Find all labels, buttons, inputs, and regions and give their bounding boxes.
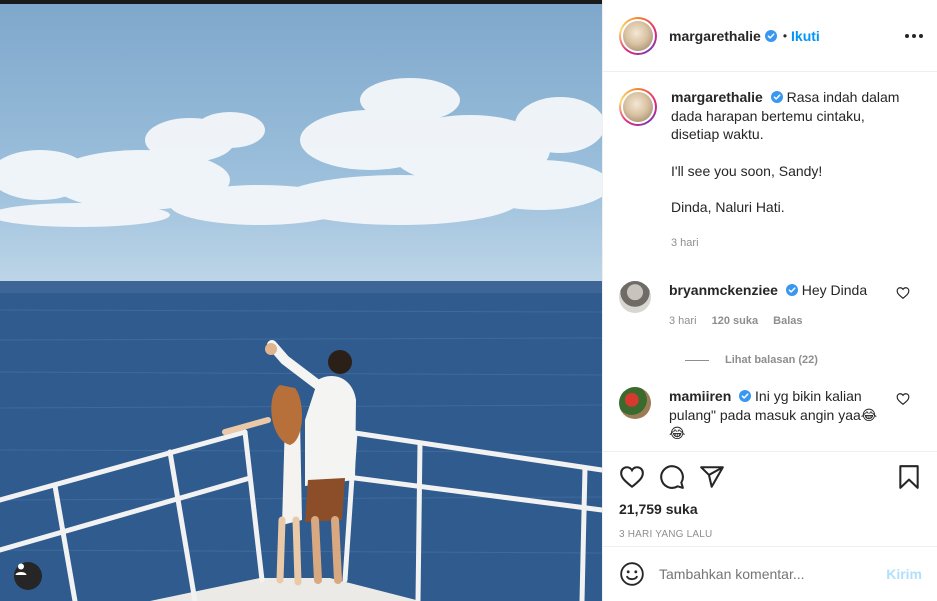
heart-icon[interactable] [619,464,645,490]
comment-heart-icon[interactable] [896,392,910,406]
follow-button[interactable]: Ikuti [791,28,820,44]
user-tag-button[interactable] [14,562,42,590]
caption-username[interactable]: margarethalie [671,89,763,105]
header-separator: • [782,28,788,43]
comment-item: mamiiren Ini yg bikin kalian pulang" pad… [619,387,922,443]
more-options-icon[interactable] [905,26,923,46]
replies-divider [685,359,709,361]
comment-time[interactable]: 3 hari [669,315,697,327]
commenter-username[interactable]: mamiiren [669,388,731,404]
commenter-avatar[interactable] [619,281,651,313]
comment-heart-icon[interactable] [896,286,910,300]
post-photo[interactable] [0,0,602,601]
comment-item: bryanmckenziee Hey Dinda 3 hari 120 suka… [619,281,922,330]
comment-text: Hey Dinda [801,282,868,298]
commenter-avatar[interactable] [619,387,651,419]
comments-section[interactable]: margarethalie Rasa indah dalam dada hara… [603,72,937,450]
caption-avatar-image [623,92,653,122]
post-header: margarethalie • Ikuti [603,0,937,72]
post-side-panel: margarethalie • Ikuti margarethalie Rasa… [602,0,937,601]
comment-input[interactable] [659,566,887,582]
comment-emoji: 😂 [669,425,686,441]
add-comment-bar: Kirim [603,546,937,601]
caption-time[interactable]: 3 hari [671,237,699,249]
commenter-username[interactable]: bryanmckenziee [669,282,778,298]
comment-icon[interactable] [659,464,685,490]
send-comment-button[interactable]: Kirim [886,566,922,582]
verified-badge-icon [764,29,777,42]
author-avatar-image [623,20,653,51]
like-count[interactable]: 21,759 suka [619,501,922,517]
post-photo-scene [0,78,602,601]
post-time[interactable]: 3 HARI YANG LALU [619,529,922,540]
bookmark-icon[interactable] [896,464,922,490]
author-username[interactable]: margarethalie [669,28,761,44]
verified-badge-icon [770,91,783,103]
post-actions: 21,759 suka 3 HARI YANG LALU [603,451,937,546]
user-tag-icon [15,563,27,575]
reply-button[interactable]: Balas [773,315,802,327]
clouds [0,78,602,227]
photo-top-edge [0,0,602,4]
post-caption: margarethalie Rasa indah dalam dada hara… [619,88,922,252]
verified-badge-icon [739,390,752,402]
caption-line-3: Dinda, Naluri Hati. [671,199,785,215]
comment-likes[interactable]: 120 suka [712,315,758,327]
caption-avatar[interactable] [619,88,657,126]
verified-badge-icon [785,284,798,296]
view-replies-button[interactable]: Lihat balasan (22) [685,354,922,366]
author-avatar[interactable] [619,16,657,55]
share-icon[interactable] [699,464,725,490]
emoji-icon[interactable] [619,561,645,587]
caption-line-2: I'll see you soon, Sandy! [671,162,823,179]
view-replies-label: Lihat balasan (22) [725,354,818,366]
